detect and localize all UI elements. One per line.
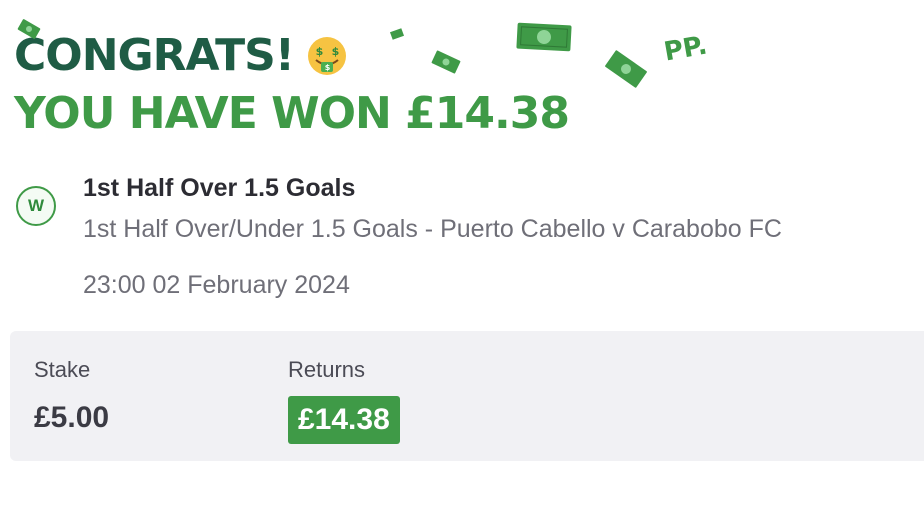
svg-text:$: $ bbox=[316, 45, 323, 58]
result-badge-won: W bbox=[16, 186, 56, 226]
congrats-line: CONGRATS! $ $ $ bbox=[14, 34, 569, 78]
stake-label: Stake bbox=[34, 357, 91, 382]
svg-text:$: $ bbox=[332, 45, 339, 58]
returns-value: £14.38 bbox=[288, 396, 400, 444]
brand-logo: PP. bbox=[661, 30, 710, 68]
congrats-text: CONGRATS! bbox=[14, 30, 295, 81]
win-headline: CONGRATS! $ $ $ YOU HAVE WON £14.38 bbox=[14, 34, 570, 139]
returns-label: Returns bbox=[288, 357, 366, 382]
money-mouth-face-icon: $ $ $ bbox=[307, 37, 346, 75]
market-description: 1st Half Over/Under 1.5 Goals - Puerto C… bbox=[83, 215, 782, 243]
banknote-icon bbox=[516, 22, 572, 52]
bet-summary-panel: Stake £5.00 Returns £14.38 bbox=[10, 331, 924, 461]
event-datetime: 23:00 02 February 2024 bbox=[83, 271, 350, 299]
win-amount-line: YOU HAVE WON £14.38 bbox=[14, 88, 570, 139]
stake-value: £5.00 bbox=[34, 401, 110, 434]
selection-title: 1st Half Over 1.5 Goals bbox=[83, 174, 356, 202]
banknote-icon bbox=[605, 50, 647, 88]
